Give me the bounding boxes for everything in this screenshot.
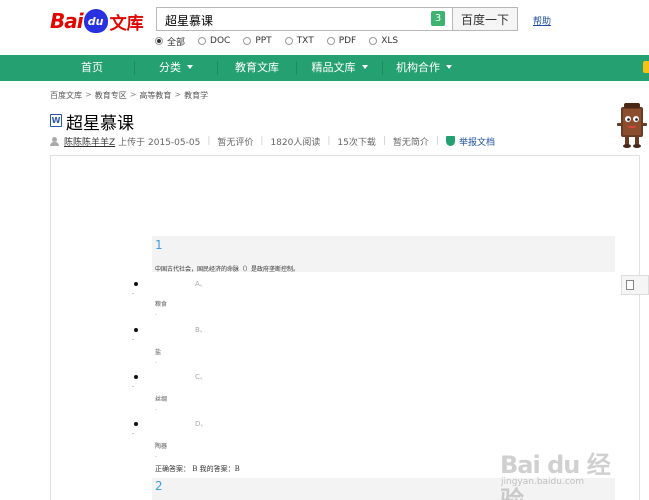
list-mark: - (132, 383, 135, 390)
logo-paw-icon: du (83, 9, 108, 33)
logo-suffix: 文库 (109, 13, 144, 34)
answer-line: 正确答案： B 我的答案：B (155, 465, 240, 473)
list-bullet (134, 422, 138, 426)
radio-icon (155, 37, 163, 45)
search-button[interactable]: 百度一下 (452, 7, 518, 31)
meta-divider: | (435, 136, 439, 146)
nav-label: 首页 (81, 61, 103, 74)
breadcrumb-separator: > (129, 90, 137, 99)
list-mark: - (155, 406, 158, 413)
filter-label: TXT (296, 36, 314, 46)
list-mark: - (155, 311, 158, 318)
filter-xls[interactable]: XLS (369, 35, 398, 47)
breadcrumb-item-pedagogy[interactable]: 教育学 (184, 90, 208, 101)
caret-down-icon (187, 65, 193, 69)
nav-label: 机构合作 (396, 61, 440, 74)
download-count: 15次下载 (337, 137, 376, 148)
nav-item-home[interactable]: 首页 (50, 55, 134, 81)
option-text: 盐 (155, 349, 162, 356)
filter-all[interactable]: 全部 (155, 35, 186, 48)
file-type-filters: 全部 DOC PPT TXT PDF XLS (155, 35, 411, 48)
nav-item-education[interactable]: 教育文库 (218, 55, 296, 81)
filter-label: DOC (210, 36, 231, 46)
summary: 暂无简介 (392, 137, 429, 148)
radio-icon (243, 37, 252, 45)
list-mark: - (132, 290, 135, 297)
watermark-url: jingyan.baidu.com (501, 477, 585, 487)
breadcrumb-separator: > (85, 90, 92, 99)
option-letter: C、 (195, 373, 207, 381)
option-text: 丝绸 (155, 396, 168, 403)
doc-title: 超星慕课 (66, 114, 134, 134)
filter-ppt[interactable]: PPT (243, 35, 272, 47)
list-mark: - (132, 336, 135, 343)
nav-corner-badge-icon[interactable] (643, 61, 649, 73)
baidu-wenku-logo[interactable]: Bai du 文库 (50, 6, 150, 36)
filter-label: 全部 (167, 37, 186, 48)
nav-label: 分类 (159, 61, 181, 74)
radio-icon (326, 37, 335, 45)
question-number: 1 (155, 238, 163, 252)
report-link[interactable]: 举报文档 (459, 135, 495, 148)
list-bullet (134, 282, 138, 286)
caret-down-icon (361, 65, 368, 69)
filter-doc[interactable]: DOC (198, 35, 230, 47)
nav-item-premium[interactable]: 精品文库 (297, 55, 382, 81)
nav-label: 教育文库 (235, 61, 279, 74)
main-nav: 首页 分类 教育文库 精品文库 机构合作 (0, 55, 649, 81)
rating: 暂无评价 (217, 137, 254, 148)
search-count-badge: 3 (431, 11, 445, 26)
nav-item-category[interactable]: 分类 (135, 55, 217, 81)
meta-divider: | (260, 136, 264, 146)
page: Bai du 文库 超星慕课 3 百度一下 帮助 全部 DOC PPT TXT (0, 0, 649, 500)
nav-label: 精品文库 (311, 61, 356, 74)
doc-meta: 陈陈陈羊羊Z 上传于 2015-05-05 | 暂无评价 | 1820人阅读 |… (50, 135, 495, 148)
breadcrumb-item-wenku[interactable]: 百度文库 (50, 90, 82, 101)
filter-label: PPT (255, 36, 272, 46)
nav-item-partners[interactable]: 机构合作 (383, 55, 465, 81)
question-number: 2 (155, 479, 163, 493)
header: Bai du 文库 超星慕课 3 百度一下 帮助 全部 DOC PPT TXT (0, 0, 649, 55)
breadcrumb-item-edu-zone[interactable]: 教育专区 (95, 90, 127, 101)
breadcrumb-separator: > (174, 90, 182, 99)
meta-divider: | (327, 136, 331, 146)
option-text: 陶器 (155, 443, 168, 450)
shield-icon (445, 136, 455, 146)
meta-divider: | (382, 136, 386, 146)
option-text: 粮食 (155, 301, 168, 308)
list-mark: - (155, 453, 158, 460)
word-doc-icon: W (50, 114, 62, 127)
option-letter: B、 (195, 326, 207, 334)
author-link[interactable]: 陈陈陈羊羊Z (64, 135, 115, 148)
help-link[interactable]: 帮助 (533, 14, 551, 27)
side-doc-tool[interactable] (621, 275, 649, 295)
breadcrumb: 百度文库 > 教育专区 > 高等教育 > 教育学 (50, 90, 208, 101)
option-letter: D、 (195, 420, 208, 428)
logo-text: Bai (50, 9, 84, 33)
radio-icon (284, 37, 293, 45)
list-mark: - (155, 359, 158, 366)
question-text: 中国古代社会，国民经济的命脉（）是政府垄断控制。 (155, 266, 300, 273)
book-mascot-icon[interactable] (614, 101, 649, 149)
filter-label: PDF (338, 36, 357, 46)
radio-icon (198, 37, 207, 45)
meta-divider: | (207, 136, 211, 146)
list-mark: - (132, 430, 135, 437)
baidu-jingyan-watermark: Bai du 经验 jingyan.baidu.com (500, 433, 620, 500)
caret-down-icon (446, 65, 452, 69)
document-icon (626, 280, 634, 290)
list-bullet (134, 328, 138, 332)
watermark-text: Bai du 经验 (500, 451, 611, 500)
radio-icon (369, 37, 378, 45)
search-input[interactable]: 超星慕课 (156, 7, 453, 31)
filter-label: XLS (381, 36, 399, 46)
option-letter: A、 (195, 280, 207, 288)
upload-date: 上传于 2015-05-05 (118, 137, 201, 148)
read-count: 1820人阅读 (270, 137, 321, 148)
breadcrumb-item-higher-edu[interactable]: 高等教育 (139, 90, 171, 101)
user-icon (50, 136, 59, 146)
filter-txt[interactable]: TXT (284, 35, 314, 47)
list-bullet (134, 375, 138, 379)
filter-pdf[interactable]: PDF (326, 35, 357, 47)
